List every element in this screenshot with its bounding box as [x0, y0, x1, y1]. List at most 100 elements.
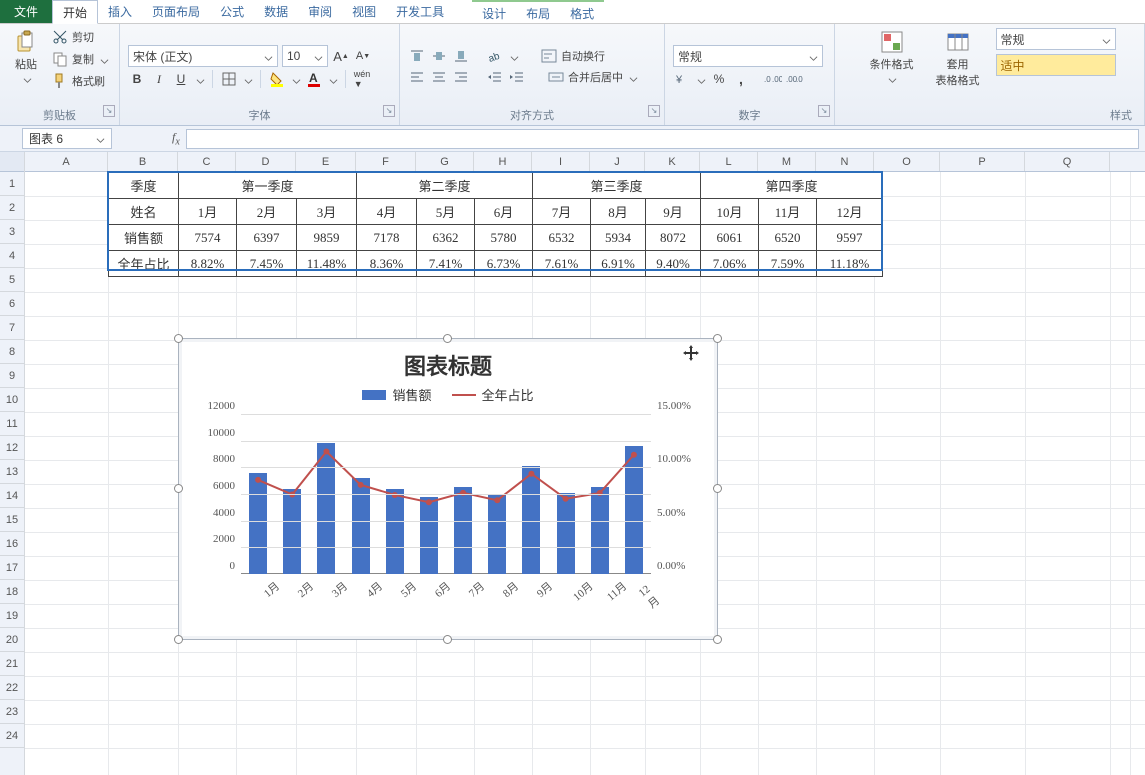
tab-chart-design[interactable]: 设计 — [472, 2, 516, 23]
tab-review[interactable]: 审阅 — [298, 0, 342, 23]
dialog-launcher-icon[interactable]: ↘ — [648, 105, 660, 117]
bold-button[interactable]: B — [128, 70, 146, 88]
align-left-button[interactable] — [408, 68, 426, 86]
merge-center-button[interactable]: 合并后居中 — [568, 69, 623, 85]
fill-color-button[interactable] — [268, 70, 286, 88]
chevron-down-icon[interactable] — [629, 73, 638, 82]
align-center-button[interactable] — [430, 68, 448, 86]
chart-title[interactable]: 图表标题 — [185, 349, 711, 381]
column-header[interactable]: G — [416, 152, 474, 171]
column-header[interactable]: Q — [1025, 152, 1110, 171]
row-header[interactable]: 11 — [0, 412, 24, 436]
align-top-button[interactable] — [408, 47, 426, 65]
chart-object[interactable]: 图表标题 销售额 全年占比 02000400060008000100001200… — [178, 338, 718, 640]
row-header[interactable]: 24 — [0, 724, 24, 748]
cell[interactable]: 6061 — [701, 225, 759, 251]
cell[interactable]: 1月 — [179, 199, 237, 225]
row-headers[interactable]: 123456789101112131415161718192021222324 — [0, 152, 25, 775]
cell[interactable]: 7178 — [357, 225, 417, 251]
row-header[interactable]: 15 — [0, 508, 24, 532]
row-header[interactable]: 4 — [0, 244, 24, 268]
cell[interactable]: 销售额 — [109, 225, 179, 251]
column-header[interactable]: C — [178, 152, 236, 171]
cell[interactable]: 7.59% — [759, 251, 817, 277]
tab-page-layout[interactable]: 页面布局 — [142, 0, 210, 23]
cell[interactable]: 7月 — [533, 199, 591, 225]
column-header[interactable]: K — [645, 152, 700, 171]
column-header[interactable]: H — [474, 152, 532, 171]
cell[interactable]: 10月 — [701, 199, 759, 225]
accounting-format-button[interactable]: ¥ — [673, 70, 691, 88]
cell[interactable]: 2月 — [237, 199, 297, 225]
chevron-down-icon[interactable] — [697, 75, 706, 84]
tab-developer[interactable]: 开发工具 — [386, 0, 454, 23]
cell[interactable]: 3月 — [297, 199, 357, 225]
align-bottom-button[interactable] — [452, 47, 470, 65]
row-header[interactable]: 7 — [0, 316, 24, 340]
font-size-combo[interactable]: 10 — [282, 45, 328, 67]
row-header[interactable]: 21 — [0, 652, 24, 676]
decrease-indent-button[interactable] — [486, 68, 504, 86]
chevron-down-icon[interactable] — [809, 52, 818, 61]
select-all-corner[interactable] — [0, 152, 24, 172]
cell[interactable]: 9597 — [817, 225, 883, 251]
format-painter-button[interactable]: 格式刷 — [50, 72, 111, 90]
cell[interactable]: 8.36% — [357, 251, 417, 277]
cell-q3[interactable]: 第三季度 — [533, 173, 701, 199]
row-header[interactable]: 17 — [0, 556, 24, 580]
row-header[interactable]: 18 — [0, 580, 24, 604]
wrap-text-button[interactable]: 自动换行 — [561, 48, 605, 64]
chevron-down-icon[interactable] — [1102, 35, 1111, 44]
chevron-down-icon[interactable] — [314, 52, 323, 61]
font-name-combo[interactable]: 宋体 (正文) — [128, 45, 278, 67]
row-header[interactable]: 6 — [0, 292, 24, 316]
column-header[interactable]: L — [700, 152, 758, 171]
cell[interactable]: 7.41% — [417, 251, 475, 277]
borders-button[interactable] — [220, 70, 238, 88]
cell[interactable]: 9859 — [297, 225, 357, 251]
orientation-button[interactable]: ab — [486, 47, 504, 65]
cell[interactable]: 6532 — [533, 225, 591, 251]
cell-q2[interactable]: 第二季度 — [357, 173, 533, 199]
column-header[interactable]: O — [874, 152, 940, 171]
column-header[interactable]: A — [25, 152, 108, 171]
name-box[interactable]: 图表 6 — [22, 128, 112, 149]
cell[interactable]: 6362 — [417, 225, 475, 251]
cell[interactable]: 11.48% — [297, 251, 357, 277]
y-axis-left[interactable]: 020004000600080001000012000 — [191, 406, 239, 582]
decrease-decimal-button[interactable]: .00.0 — [786, 70, 804, 88]
row-header[interactable]: 13 — [0, 460, 24, 484]
y-axis-right[interactable]: 0.00%5.00%10.00%15.00% — [653, 406, 709, 582]
cell[interactable]: 7.61% — [533, 251, 591, 277]
cell-quarter-header[interactable]: 季度 — [109, 173, 179, 199]
number-format-combo[interactable]: 常规 — [673, 45, 823, 67]
tab-formulas[interactable]: 公式 — [210, 0, 254, 23]
dialog-launcher-icon[interactable]: ↘ — [103, 105, 115, 117]
row-header[interactable]: 5 — [0, 268, 24, 292]
cell[interactable]: 5780 — [475, 225, 533, 251]
row-header[interactable]: 12 — [0, 436, 24, 460]
cell[interactable]: 7574 — [179, 225, 237, 251]
chart-legend[interactable]: 销售额 全年占比 — [185, 385, 711, 404]
cut-button[interactable]: 剪切 — [50, 28, 111, 46]
font-color-button[interactable]: A — [305, 70, 323, 88]
cell[interactable]: 7.45% — [237, 251, 297, 277]
column-header[interactable]: M — [758, 152, 816, 171]
align-right-button[interactable] — [452, 68, 470, 86]
chevron-down-icon[interactable] — [96, 134, 105, 143]
chevron-down-icon[interactable] — [510, 52, 519, 61]
italic-button[interactable]: I — [150, 70, 168, 88]
tab-chart-format[interactable]: 格式 — [560, 2, 604, 23]
cell[interactable]: 6397 — [237, 225, 297, 251]
cell-style-group-combo[interactable]: 常规 — [996, 28, 1116, 50]
cell-q1[interactable]: 第一季度 — [179, 173, 357, 199]
row-header[interactable]: 14 — [0, 484, 24, 508]
cell-q4[interactable]: 第四季度 — [701, 173, 883, 199]
conditional-format-button[interactable]: 条件格式 — [864, 28, 920, 85]
column-header[interactable]: P — [940, 152, 1025, 171]
tab-file[interactable]: 文件 — [0, 0, 52, 23]
cell[interactable]: 全年占比 — [109, 251, 179, 277]
column-header[interactable]: I — [532, 152, 590, 171]
tab-chart-layout[interactable]: 布局 — [516, 2, 560, 23]
percent-button[interactable]: % — [710, 70, 728, 88]
